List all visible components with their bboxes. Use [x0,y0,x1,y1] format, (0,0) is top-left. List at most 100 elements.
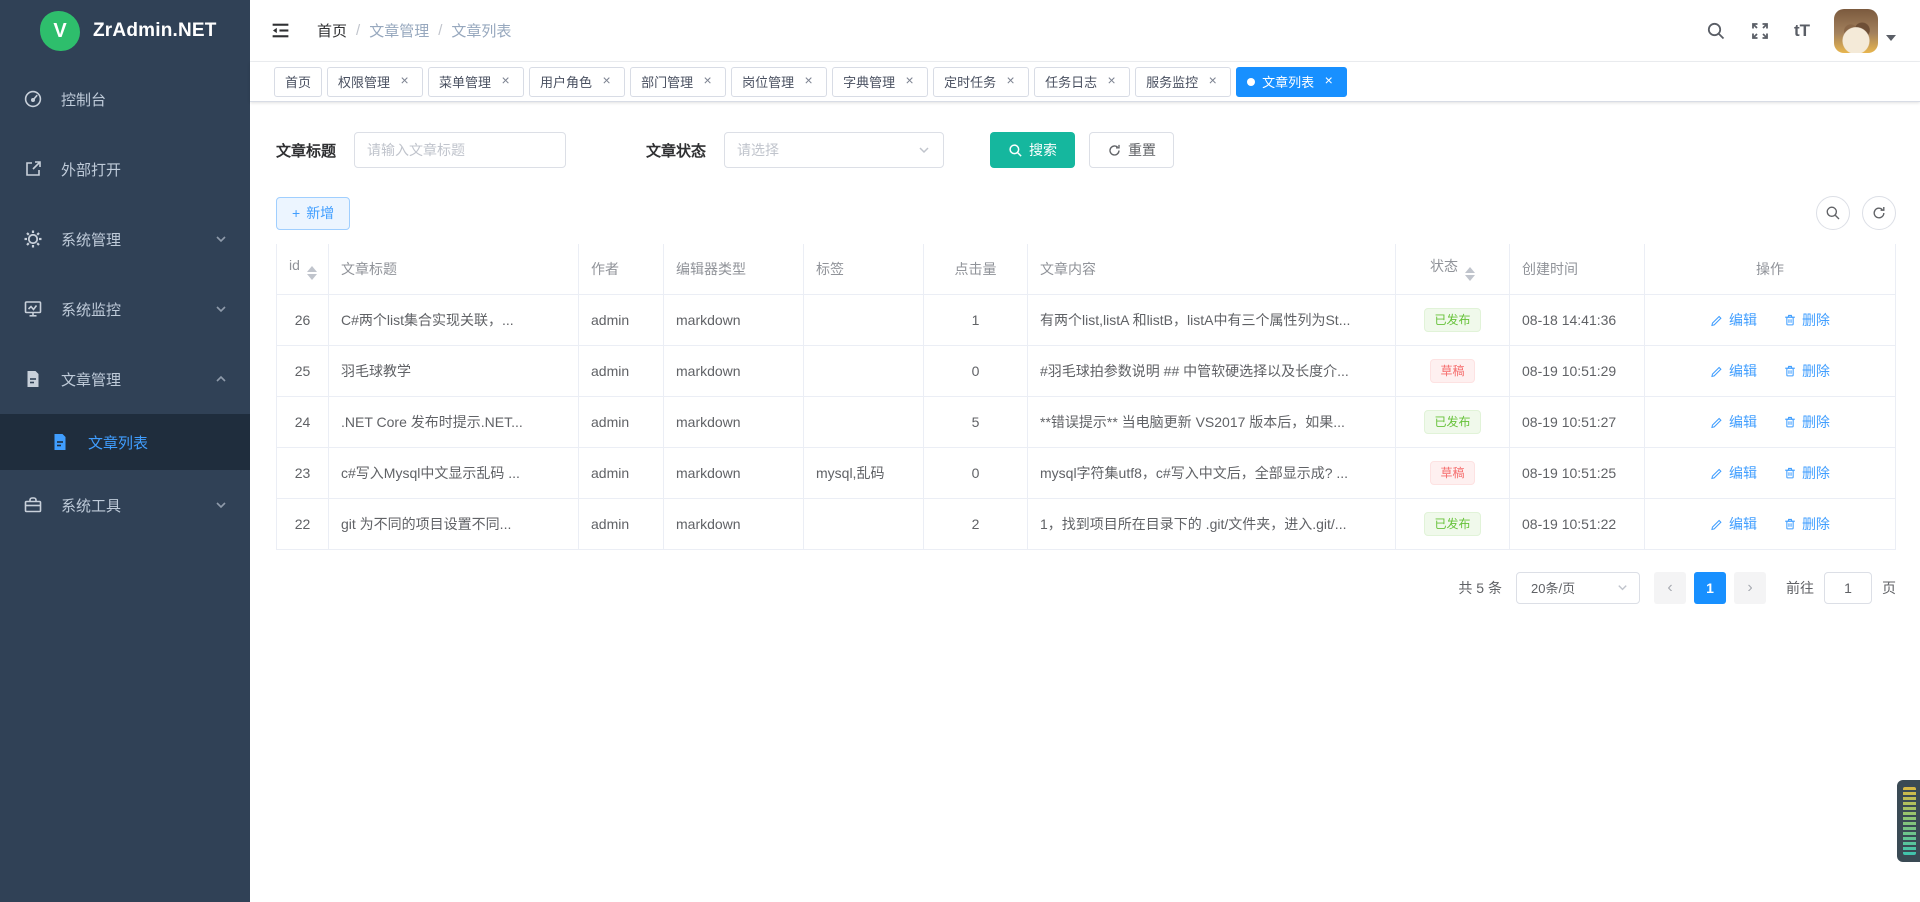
cell-title: 羽毛球教学 [329,345,579,396]
cell-editor: markdown [664,498,804,549]
close-icon[interactable]: × [700,74,715,89]
tab-dept-manage[interactable]: 部门管理 × [630,67,726,97]
sidebar-item-label: 外部打开 [61,159,228,180]
tab-article-list[interactable]: 文章列表 × [1236,67,1347,97]
tags-view: 首页 权限管理 × 菜单管理 × 用户角色 × 部门管理 × 岗位管理 × [250,62,1920,102]
article-status-select[interactable]: 请选择 [724,132,944,168]
search-icon [1008,143,1023,158]
sort-icon[interactable] [1465,267,1475,281]
cell-tags [804,294,924,345]
edit-button[interactable]: 编辑 [1710,310,1757,330]
edit-button[interactable]: 编辑 [1710,514,1757,534]
breadcrumb-home[interactable]: 首页 [317,20,347,41]
sidebar-item-dashboard[interactable]: 控制台 [0,64,250,134]
sidebar-item-system-tools[interactable]: 系统工具 [0,470,250,540]
cell-status: 已发布 [1396,396,1510,447]
fullscreen-icon[interactable] [1750,21,1770,41]
app-root: V ZrAdmin.NET 控制台 外部打开 [0,0,1920,902]
logo-icon: V [40,11,80,51]
cell-author: admin [579,345,664,396]
refresh-button[interactable] [1862,196,1896,230]
toggle-search-button[interactable] [1816,196,1850,230]
user-menu[interactable] [1834,9,1896,53]
cell-created: 08-19 10:51:25 [1510,447,1645,498]
delete-button[interactable]: 删除 [1783,514,1830,534]
cell-title: .NET Core 发布时提示.NET... [329,396,579,447]
search-button[interactable]: 搜索 [990,132,1075,168]
edit-button[interactable]: 编辑 [1710,463,1757,483]
tab-label: 服务监控 [1146,72,1198,91]
close-icon[interactable]: × [902,74,917,89]
edit-button[interactable]: 编辑 [1710,361,1757,381]
breadcrumb-separator: / [438,22,442,39]
edge-extension-widget[interactable] [1897,780,1920,862]
pencil-icon [1710,313,1724,327]
chevron-down-icon [214,232,228,246]
tab-user-role[interactable]: 用户角色 × [529,67,625,97]
close-icon[interactable]: × [1104,74,1119,89]
font-size-icon[interactable]: tT [1794,21,1810,41]
app-title: ZrAdmin.NET [93,20,217,42]
cell-id: 24 [277,396,329,447]
column-header-status[interactable]: 状态 [1396,244,1510,294]
cell-title: C#两个list集合实现关联，... [329,294,579,345]
tab-home[interactable]: 首页 [274,67,322,97]
cell-tags [804,396,924,447]
add-button[interactable]: + 新增 [276,197,350,230]
tab-menu-manage[interactable]: 菜单管理 × [428,67,524,97]
tab-permission[interactable]: 权限管理 × [327,67,423,97]
sidebar-item-external-open[interactable]: 外部打开 [0,134,250,204]
filter-form: 文章标题 文章状态 请选择 搜索 重置 [276,132,1896,168]
column-header-id[interactable]: id [277,244,329,294]
close-icon[interactable]: × [1205,74,1220,89]
page-number-1[interactable]: 1 [1694,572,1726,604]
search-icon[interactable] [1706,21,1726,41]
cell-hits: 1 [924,294,1028,345]
column-header-editor: 编辑器类型 [664,244,804,294]
goto-page-input[interactable] [1824,572,1872,604]
close-icon[interactable]: × [397,74,412,89]
cell-created: 08-18 14:41:36 [1510,294,1645,345]
close-icon[interactable]: × [1003,74,1018,89]
cell-author: admin [579,396,664,447]
edit-button[interactable]: 编辑 [1710,412,1757,432]
status-badge: 已发布 [1424,308,1480,332]
prev-page-button[interactable]: ‹ [1654,572,1686,604]
tab-post-manage[interactable]: 岗位管理 × [731,67,827,97]
close-icon[interactable]: × [498,74,513,89]
sort-icon[interactable] [307,266,317,280]
delete-button[interactable]: 删除 [1783,361,1830,381]
tab-service-monitor[interactable]: 服务监控 × [1135,67,1231,97]
tab-scheduled-task[interactable]: 定时任务 × [933,67,1029,97]
article-title-label: 文章标题 [276,140,336,161]
avatar[interactable] [1834,9,1878,53]
tab-task-log[interactable]: 任务日志 × [1034,67,1130,97]
cell-status: 已发布 [1396,498,1510,549]
page-size-select[interactable]: 20条/页 [1516,572,1640,604]
cell-tags: mysql,乱码 [804,447,924,498]
reset-button[interactable]: 重置 [1089,132,1174,168]
sidebar-item-system-monitor[interactable]: 系统监控 [0,274,250,344]
column-header-title: 文章标题 [329,244,579,294]
sidebar-item-article-manage[interactable]: 文章管理 [0,344,250,414]
delete-button[interactable]: 删除 [1783,412,1830,432]
sidebar-item-article-list[interactable]: 文章列表 [0,414,250,470]
sidebar-collapse-icon[interactable] [270,20,291,41]
tab-dict-manage[interactable]: 字典管理 × [832,67,928,97]
monitor-icon [23,299,43,319]
chevron-down-icon [214,302,228,316]
pager: ‹ 1 › [1654,572,1766,604]
close-icon[interactable]: × [599,74,614,89]
next-page-button[interactable]: › [1734,572,1766,604]
article-title-input[interactable] [354,132,566,168]
cell-ops: 编辑 删除 [1645,294,1896,345]
cell-editor: markdown [664,294,804,345]
close-icon[interactable]: × [801,74,816,89]
tab-label: 任务日志 [1045,72,1097,91]
app-logo[interactable]: V ZrAdmin.NET [0,0,250,62]
sidebar-item-system-manage[interactable]: 系统管理 [0,204,250,274]
cell-title: git 为不同的项目设置不同... [329,498,579,549]
delete-button[interactable]: 删除 [1783,310,1830,330]
close-icon[interactable]: × [1321,74,1336,89]
delete-button[interactable]: 删除 [1783,463,1830,483]
